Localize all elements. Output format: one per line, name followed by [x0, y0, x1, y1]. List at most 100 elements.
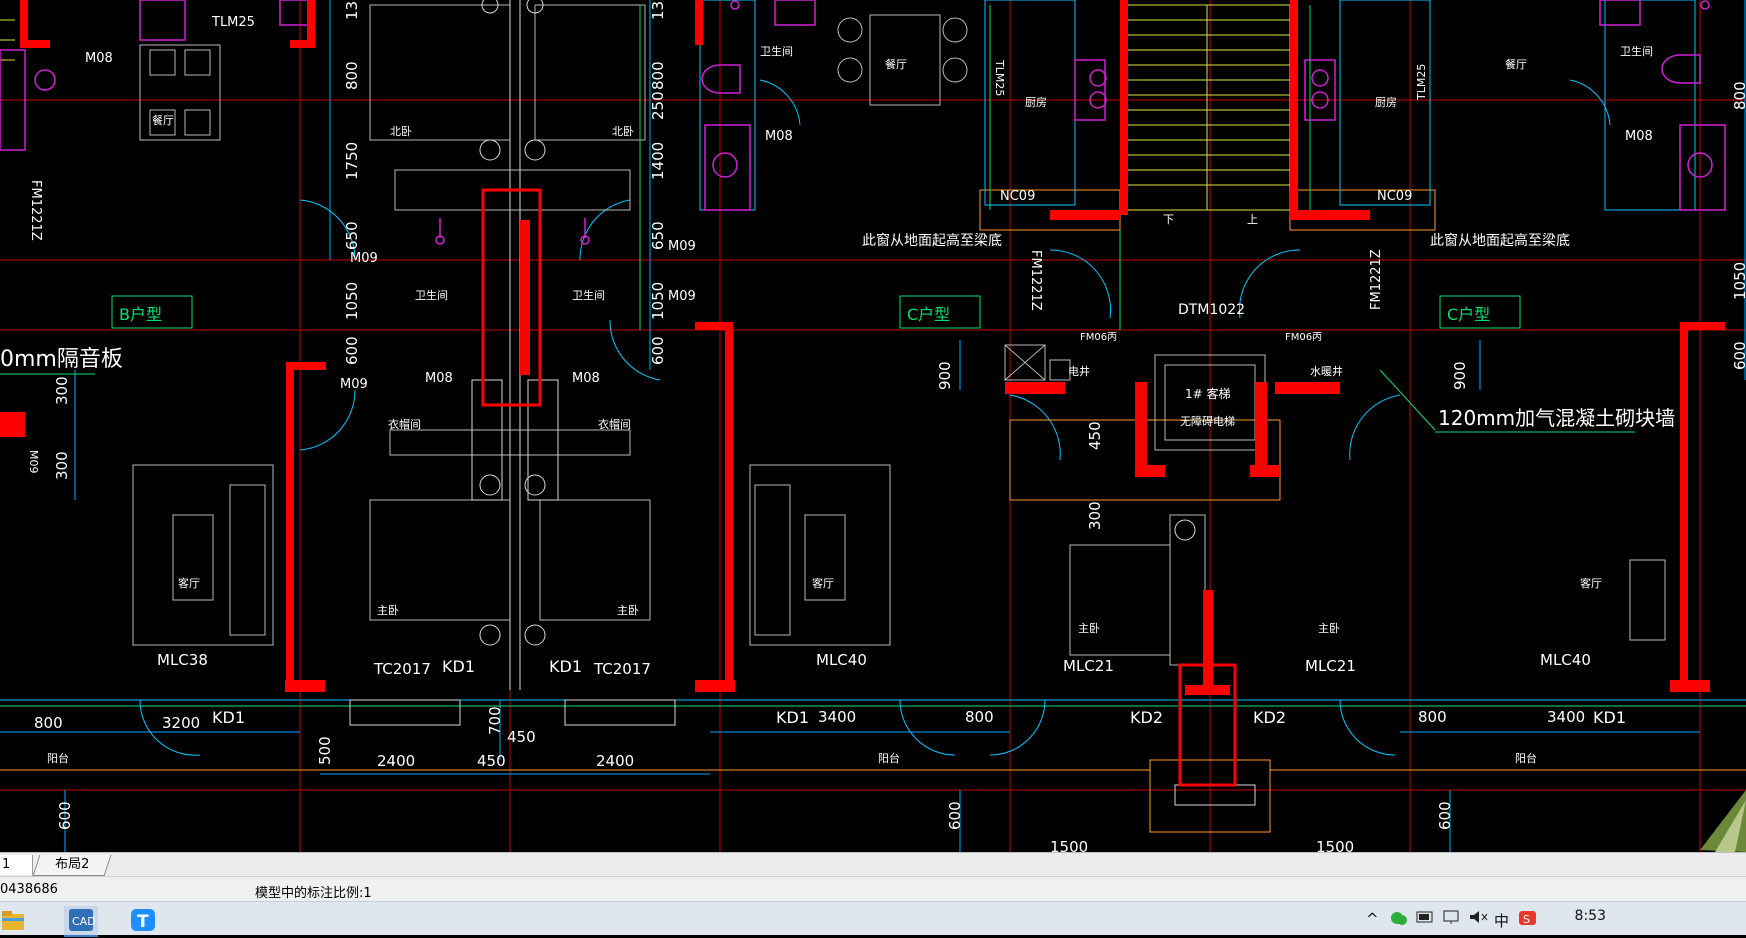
tag-m08-4: M08: [425, 371, 453, 386]
tag-fm06-1: FM06丙: [1080, 332, 1117, 343]
tag-nc09-1: NC09: [1000, 189, 1035, 204]
room-master-1: 主卧: [377, 604, 399, 617]
dim-300-1: 300: [53, 376, 71, 405]
dim-1500-2: 1500: [1316, 838, 1354, 852]
window-note-1: 此窗从地面起高至梁底: [862, 232, 1002, 249]
room-dining: 餐厅: [152, 113, 174, 127]
room-kitchen-1: 厨房: [1025, 96, 1047, 109]
folder-icon[interactable]: [0, 906, 30, 935]
room-north-bedroom: 北卧: [390, 125, 412, 138]
tag-m08-3: M08: [1625, 129, 1653, 144]
tag-m08-2: M08: [765, 129, 793, 144]
tag-kd1-4: KD1: [776, 708, 809, 727]
dim-450-1: 450: [1086, 421, 1104, 450]
dim-500: 500: [316, 736, 334, 765]
dim-900-1: 900: [936, 361, 954, 390]
tag-kd1-1: KD1: [442, 657, 475, 676]
room-balcony-2: 阳台: [878, 751, 900, 765]
dim-3400-1: 3400: [818, 708, 856, 726]
room-balcony-1: 阳台: [47, 751, 69, 765]
dim-600-4: 600: [56, 801, 74, 830]
dim-1050-2: 1050: [649, 282, 667, 320]
dim-800-3: 800: [1731, 81, 1746, 110]
ime-indicator[interactable]: 中: [1494, 910, 1509, 931]
room-master-4: 主卧: [1318, 622, 1340, 635]
dim-600-3: 600: [1731, 341, 1746, 370]
network-icon[interactable]: [1442, 910, 1462, 928]
svg-text:S: S: [1523, 913, 1530, 926]
elevator-sub: 无障碍电梯: [1180, 414, 1235, 428]
tab-layout-2-label: 布局2: [55, 857, 90, 872]
dim-3200: 3200: [162, 714, 200, 732]
room-living-2: 客厅: [812, 576, 834, 590]
tag-m09-4: M09: [340, 377, 368, 392]
tag-m08-5: M08: [572, 371, 600, 386]
room-living-1: 客厅: [178, 576, 200, 590]
unit-c-label-2: C户型: [1447, 305, 1490, 324]
tag-fm1221-3: FM1221Z: [1369, 249, 1384, 310]
svg-text:T: T: [137, 912, 149, 932]
room-master-3: 主卧: [1078, 622, 1100, 635]
dim-900-2: 900: [1451, 361, 1469, 390]
dim-800-5: 800: [965, 708, 994, 726]
battery-icon[interactable]: [1416, 910, 1436, 928]
layout-tab-bar: 1 布局2: [0, 852, 1746, 877]
dim-1400: 1400: [649, 142, 667, 180]
windows-taskbar: CAD T ^ 中 S 8:53: [0, 901, 1746, 937]
dim-450-3: 450: [507, 728, 536, 746]
dim-700: 700: [486, 706, 504, 735]
tag-tlm25-3: TLM25: [1415, 64, 1428, 101]
wechat-icon[interactable]: [1390, 910, 1408, 930]
room-north-bedroom-2: 北卧: [612, 125, 634, 138]
unit-c-label-1: C户型: [907, 305, 950, 324]
room-balcony-3: 阳台: [1515, 751, 1537, 765]
dim-2400-1: 2400: [377, 752, 415, 770]
tag-nc09-2: NC09: [1377, 189, 1412, 204]
dim-600-5: 600: [946, 801, 964, 830]
tag-fm1221-2: FM1221Z: [1028, 250, 1043, 311]
system-tray: ^ 中 S: [1366, 902, 1746, 935]
dim-800-4: 800: [34, 714, 63, 732]
dim-250: 250: [649, 91, 667, 120]
tag-kd2-2: KD2: [1253, 708, 1286, 727]
dim-600-2: 600: [649, 336, 667, 365]
cad-app-icon[interactable]: CAD: [64, 906, 98, 937]
dim-1050-1: 1050: [343, 282, 361, 320]
annotation-scale-label[interactable]: 模型中的标注比例:1: [255, 882, 372, 901]
dim-300-3: 300: [1086, 501, 1104, 530]
tag-mlc21-2: MLC21: [1305, 657, 1356, 675]
stair-up: 上: [1247, 213, 1258, 226]
window-note-2: 此窗从地面起高至梁底: [1430, 232, 1570, 249]
room-electric: 电井: [1068, 364, 1090, 378]
room-closet-1: 衣帽间: [388, 417, 421, 431]
dim-130-1: 130: [343, 0, 361, 20]
sogou-icon[interactable]: S: [1518, 910, 1538, 930]
taskbar-clock[interactable]: 8:53: [1575, 908, 1606, 924]
tab-model[interactable]: 1: [0, 855, 33, 875]
stair-down: 下: [1163, 213, 1174, 226]
volume-icon[interactable]: [1468, 910, 1488, 928]
dim-800-2: 800: [649, 61, 667, 90]
elevator-label: 1# 客梯: [1185, 386, 1231, 401]
room-dining-3: 餐厅: [1505, 57, 1527, 71]
dim-800-6: 800: [1418, 708, 1447, 726]
wall-note-left: 0mm隔音板: [0, 347, 123, 372]
tag-tlm25: TLM25: [211, 15, 255, 30]
dim-650-1: 650: [343, 221, 361, 250]
cad-drawing-canvas[interactable]: TLM25 M08 餐厅 北卧 北卧 卫生间 餐厅 M08 厨房 厨房 餐厅 卫…: [0, 0, 1746, 852]
tray-chevron-icon[interactable]: ^: [1366, 910, 1379, 928]
unit-b-label: B户型: [119, 305, 162, 324]
tag-tc2017-2: TC2017: [593, 660, 651, 678]
tag-m09-2: M09: [668, 239, 696, 254]
tag-tc2017-1: TC2017: [373, 660, 431, 678]
tag-mlc40-1: MLC40: [816, 651, 867, 669]
tag-m09-1: M09: [350, 251, 378, 266]
dim-600-1: 600: [343, 336, 361, 365]
svg-text:CAD: CAD: [72, 915, 96, 928]
room-dining-2: 餐厅: [885, 57, 907, 71]
tab-layout-2[interactable]: 布局2: [32, 855, 112, 876]
dim-1750: 1750: [343, 142, 361, 180]
tag-m09-3: M09: [668, 289, 696, 304]
tencent-icon[interactable]: T: [126, 906, 160, 935]
elevator-door-tag: DTM1022: [1178, 302, 1245, 318]
